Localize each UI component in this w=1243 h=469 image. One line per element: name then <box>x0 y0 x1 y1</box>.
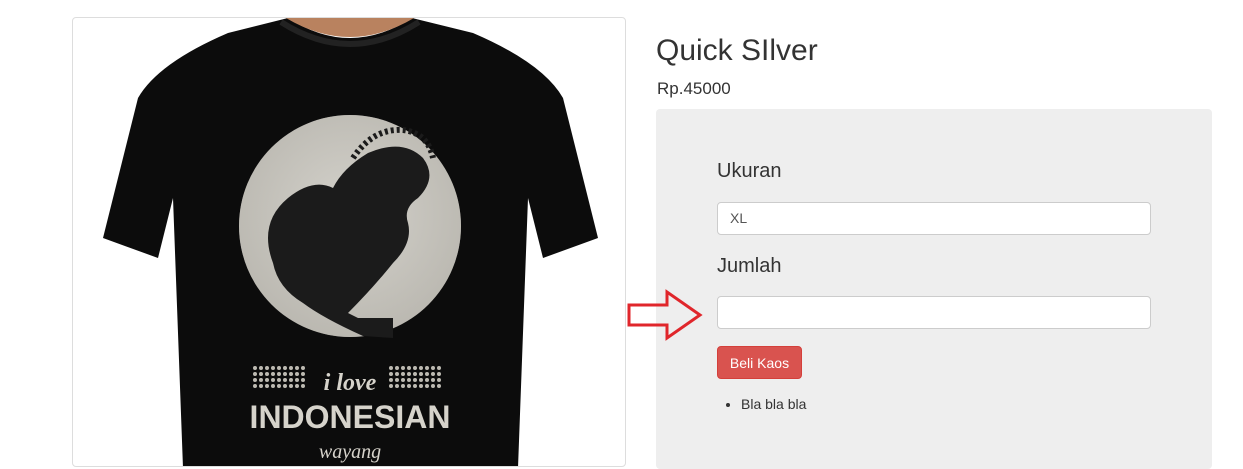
print-dot <box>271 384 275 388</box>
order-panel: Ukuran XL Jumlah Beli Kaos Bla bla bla <box>656 109 1212 469</box>
quantity-input[interactable] <box>717 296 1151 329</box>
print-dot <box>419 378 423 382</box>
print-dot <box>265 378 269 382</box>
print-dot <box>437 378 441 382</box>
print-dot <box>277 366 281 370</box>
print-dot <box>419 372 423 376</box>
print-dot <box>283 378 287 382</box>
print-dot <box>289 384 293 388</box>
print-dot <box>419 384 423 388</box>
print-dot <box>283 366 287 370</box>
print-dot <box>277 378 281 382</box>
print-dot <box>271 372 275 376</box>
print-dot <box>401 384 405 388</box>
print-dot <box>301 366 305 370</box>
print-dot <box>389 384 393 388</box>
print-dot <box>253 366 257 370</box>
print-dot <box>259 366 263 370</box>
print-dot <box>289 378 293 382</box>
print-dot <box>265 366 269 370</box>
right-arrow-outline-icon <box>627 289 703 341</box>
print-dot <box>283 384 287 388</box>
print-dot <box>413 384 417 388</box>
print-dot <box>401 372 405 376</box>
print-dot <box>437 366 441 370</box>
print-dot <box>407 384 411 388</box>
print-dot <box>259 378 263 382</box>
product-image: i love INDONESIAN wayang <box>103 18 598 466</box>
print-dot <box>289 366 293 370</box>
print-dot <box>413 378 417 382</box>
print-dot <box>431 384 435 388</box>
print-dot <box>425 384 429 388</box>
print-dot <box>271 378 275 382</box>
print-line-3: wayang <box>319 441 381 463</box>
print-dot <box>301 378 305 382</box>
print-dot <box>425 378 429 382</box>
print-dot <box>265 372 269 376</box>
product-image-frame: i love INDONESIAN wayang <box>72 17 626 467</box>
print-dot <box>253 372 257 376</box>
print-dot <box>413 366 417 370</box>
size-label: Ukuran <box>717 160 782 182</box>
print-dot <box>407 372 411 376</box>
print-dot <box>295 378 299 382</box>
product-title: Quick SIlver <box>656 34 818 67</box>
print-dot <box>389 366 393 370</box>
print-dot <box>425 372 429 376</box>
buy-button[interactable]: Beli Kaos <box>717 346 802 379</box>
print-dot <box>395 372 399 376</box>
print-dot <box>407 378 411 382</box>
print-dot <box>401 378 405 382</box>
print-dot <box>277 372 281 376</box>
print-dot <box>395 384 399 388</box>
print-dot <box>301 372 305 376</box>
print-dot <box>407 366 411 370</box>
list-item: Bla bla bla <box>741 396 806 412</box>
print-dot <box>289 372 293 376</box>
print-dot <box>425 366 429 370</box>
print-line-2: INDONESIAN <box>250 399 451 435</box>
print-dot <box>419 366 423 370</box>
size-input[interactable]: XL <box>717 202 1151 235</box>
feature-list: Bla bla bla <box>729 396 806 412</box>
print-dot <box>431 366 435 370</box>
print-dot <box>253 384 257 388</box>
print-dot <box>437 384 441 388</box>
print-dot <box>277 384 281 388</box>
print-dot <box>283 372 287 376</box>
print-dot <box>265 384 269 388</box>
print-dot <box>301 384 305 388</box>
print-dot <box>431 372 435 376</box>
print-dot <box>431 378 435 382</box>
print-dot <box>259 384 263 388</box>
print-dot <box>395 378 399 382</box>
quantity-label: Jumlah <box>717 255 782 277</box>
print-dot <box>389 378 393 382</box>
print-dot <box>259 372 263 376</box>
print-dot <box>389 372 393 376</box>
print-dot <box>295 384 299 388</box>
print-dot <box>437 372 441 376</box>
print-line-1: i love <box>324 370 377 396</box>
print-dot <box>253 378 257 382</box>
print-dot <box>271 366 275 370</box>
print-dot <box>295 372 299 376</box>
print-dot <box>401 366 405 370</box>
print-dot <box>413 372 417 376</box>
print-dot <box>295 366 299 370</box>
print-dot <box>395 366 399 370</box>
product-price: Rp.45000 <box>657 79 731 98</box>
